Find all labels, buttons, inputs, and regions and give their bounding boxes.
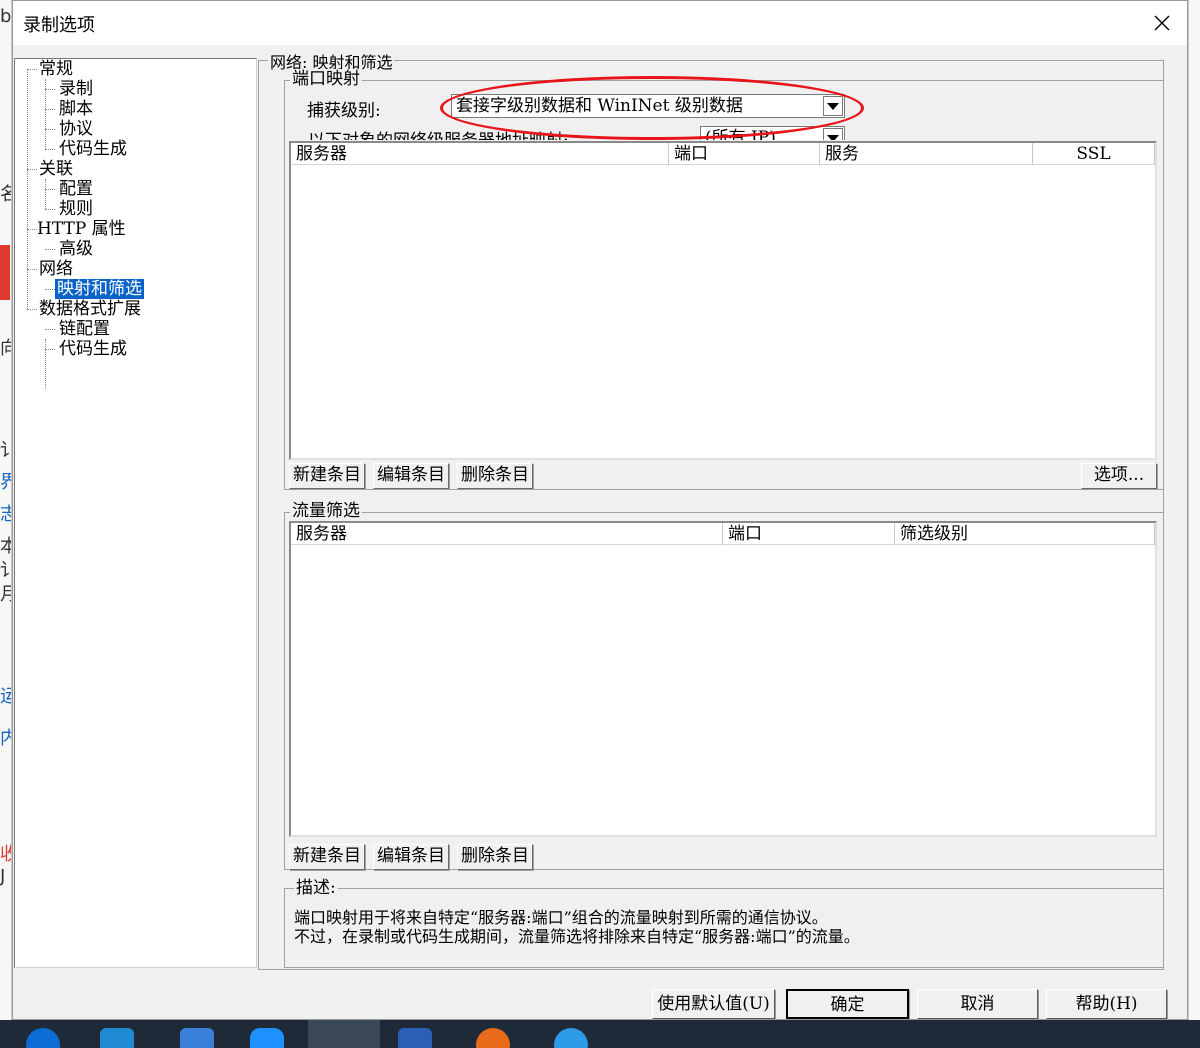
port-mapping-list[interactable]: 服务器 端口 服务 SSL [289,141,1157,460]
vscode-icon[interactable] [100,1028,134,1048]
background-glyph: 本 [0,532,11,558]
background-app-right [1188,0,1200,1020]
tree-item-script[interactable]: 脚本 [57,99,95,119]
taskbar [0,1020,1200,1048]
background-glyph: J [0,866,6,887]
tree-item-advanced[interactable]: 高级 [57,239,95,259]
column-header-filter-level[interactable]: 筛选级别 [895,523,1155,545]
background-glyph: 收 [0,840,11,866]
column-header-server[interactable]: 服务器 [291,523,723,545]
tree-connector [27,309,37,310]
background-glyph: 讠 [0,436,11,462]
tree-connector [45,149,55,150]
column-header-ssl[interactable]: SSL [1033,143,1155,165]
description-line: 端口映射用于将来自特定“服务器:端口”组合的流量映射到所需的通信协议。 [294,908,828,927]
traffic-filter-new-button[interactable]: 新建条目 [289,844,365,870]
options-tree[interactable]: 常规 录制 脚本 协议 代码生成 关联 配置 规则 HTTP 属性 高级 网络 … [14,58,257,968]
column-header-port[interactable]: 端口 [723,523,895,545]
tree-connector [45,249,55,250]
target-mapping-select[interactable]: (所有 IP) [700,126,845,140]
port-mapping-edit-button[interactable]: 编辑条目 [373,463,449,489]
window-title: 录制选项 [23,15,95,36]
target-mapping-label: 以下对象的网络级服务器地址映射: [308,126,569,140]
tree-item-code-generation[interactable]: 代码生成 [57,139,129,159]
description-text: 端口映射用于将来自特定“服务器:端口”组合的流量映射到所需的通信协议。 不过，在… [294,908,860,946]
column-header-port[interactable]: 端口 [669,143,820,165]
capture-level-value: 套接字级别数据和 WinINet 级别数据 [456,96,743,116]
port-mapping-list-header: 服务器 端口 服务 SSL [291,143,1155,165]
tree-connector [45,329,55,330]
capture-level-select[interactable]: 套接字级别数据和 WinINet 级别数据 [451,94,845,118]
background-glyph: 名 [0,180,11,206]
column-header-server[interactable]: 服务器 [291,143,669,165]
tree-item-configuration[interactable]: 配置 [57,179,95,199]
chevron-down-icon[interactable] [823,96,843,116]
ok-button[interactable]: 确定 [786,989,909,1019]
close-icon [1154,15,1170,31]
background-glyph: 讠 [0,556,11,582]
browser-icon[interactable] [250,1028,284,1048]
background-link-glyph: 运 [0,682,11,708]
background-glyph: 月 [0,580,11,606]
traffic-filter-edit-button[interactable]: 编辑条目 [373,844,449,870]
background-link-glyph: 内 [0,724,11,750]
tree-connector [27,69,37,70]
tree-connector [45,349,55,350]
tree-connector [45,189,55,190]
tree-item-protocol[interactable]: 协议 [57,119,95,139]
traffic-filter-list[interactable]: 服务器 端口 筛选级别 [289,521,1157,837]
title-bar: 录制选项 [13,1,1187,45]
tree-connector [45,289,55,290]
background-glyph: b [0,6,12,27]
tree-item-correlation[interactable]: 关联 [37,159,75,179]
ie-icon[interactable] [554,1028,588,1048]
help-button[interactable]: 帮助(H) [1046,989,1167,1019]
tree-item-rules[interactable]: 规则 [57,199,95,219]
port-mapping-new-button[interactable]: 新建条目 [289,463,365,489]
tree-item-chain-configuration[interactable]: 链配置 [57,319,112,339]
tree-connector [45,109,55,110]
traffic-filter-title: 流量筛选 [290,501,362,521]
tree-connector [27,169,37,170]
firefox-icon[interactable] [476,1028,510,1048]
media-player-icon[interactable] [180,1028,214,1048]
tree-item-code-generation-2[interactable]: 代码生成 [57,339,129,359]
tree-item-network[interactable]: 网络 [37,259,75,279]
tree-connector [45,89,55,90]
column-header-service[interactable]: 服务 [820,143,1033,165]
word-icon[interactable] [398,1028,432,1048]
description-title: 描述: [294,878,338,898]
tree-connector [45,339,46,389]
tree-connector [27,69,28,309]
tree-connector [45,209,55,210]
chevron-down-icon[interactable] [823,128,843,140]
use-defaults-button[interactable]: 使用默认值(U) [652,989,775,1019]
cancel-button[interactable]: 取消 [917,989,1038,1019]
tree-item-data-format-extension[interactable]: 数据格式扩展 [37,299,143,319]
lock-app-icon[interactable] [308,1020,380,1048]
tree-connector [45,179,46,209]
tree-item-recording[interactable]: 录制 [57,79,95,99]
background-glyph: 向 [0,334,11,360]
target-mapping-row: 以下对象的网络级服务器地址映射: (所有 IP) [300,126,860,140]
description-line: 不过，在录制或代码生成期间，流量筛选将排除来自特定“服务器:端口”的流量。 [294,927,860,946]
tree-connector [45,129,55,130]
tree-connector [27,269,37,270]
traffic-filter-list-header: 服务器 端口 筛选级别 [291,523,1155,545]
tree-item-general[interactable]: 常规 [37,59,75,79]
target-mapping-value: (所有 IP) [705,128,776,140]
tree-item-http-properties[interactable]: HTTP 属性 [35,219,128,239]
tree-item-mapping-and-filtering[interactable]: 映射和筛选 [55,279,144,299]
background-red-tab [0,245,10,300]
traffic-filter-delete-button[interactable]: 删除条目 [457,844,533,870]
background-link-glyph: 界 [0,468,11,494]
port-mapping-delete-button[interactable]: 删除条目 [457,463,533,489]
port-mapping-options-button[interactable]: 选项... [1081,463,1157,489]
port-mapping-title: 端口映射 [290,69,362,89]
close-button[interactable] [1145,7,1179,39]
capture-level-label: 捕获级别: [307,101,381,121]
background-link-glyph: 志 [0,500,11,526]
background-app-left: b 名 向 讠 界 志 本 讠 月 运 内 收 J [0,0,12,1020]
edge-icon[interactable] [26,1028,60,1048]
